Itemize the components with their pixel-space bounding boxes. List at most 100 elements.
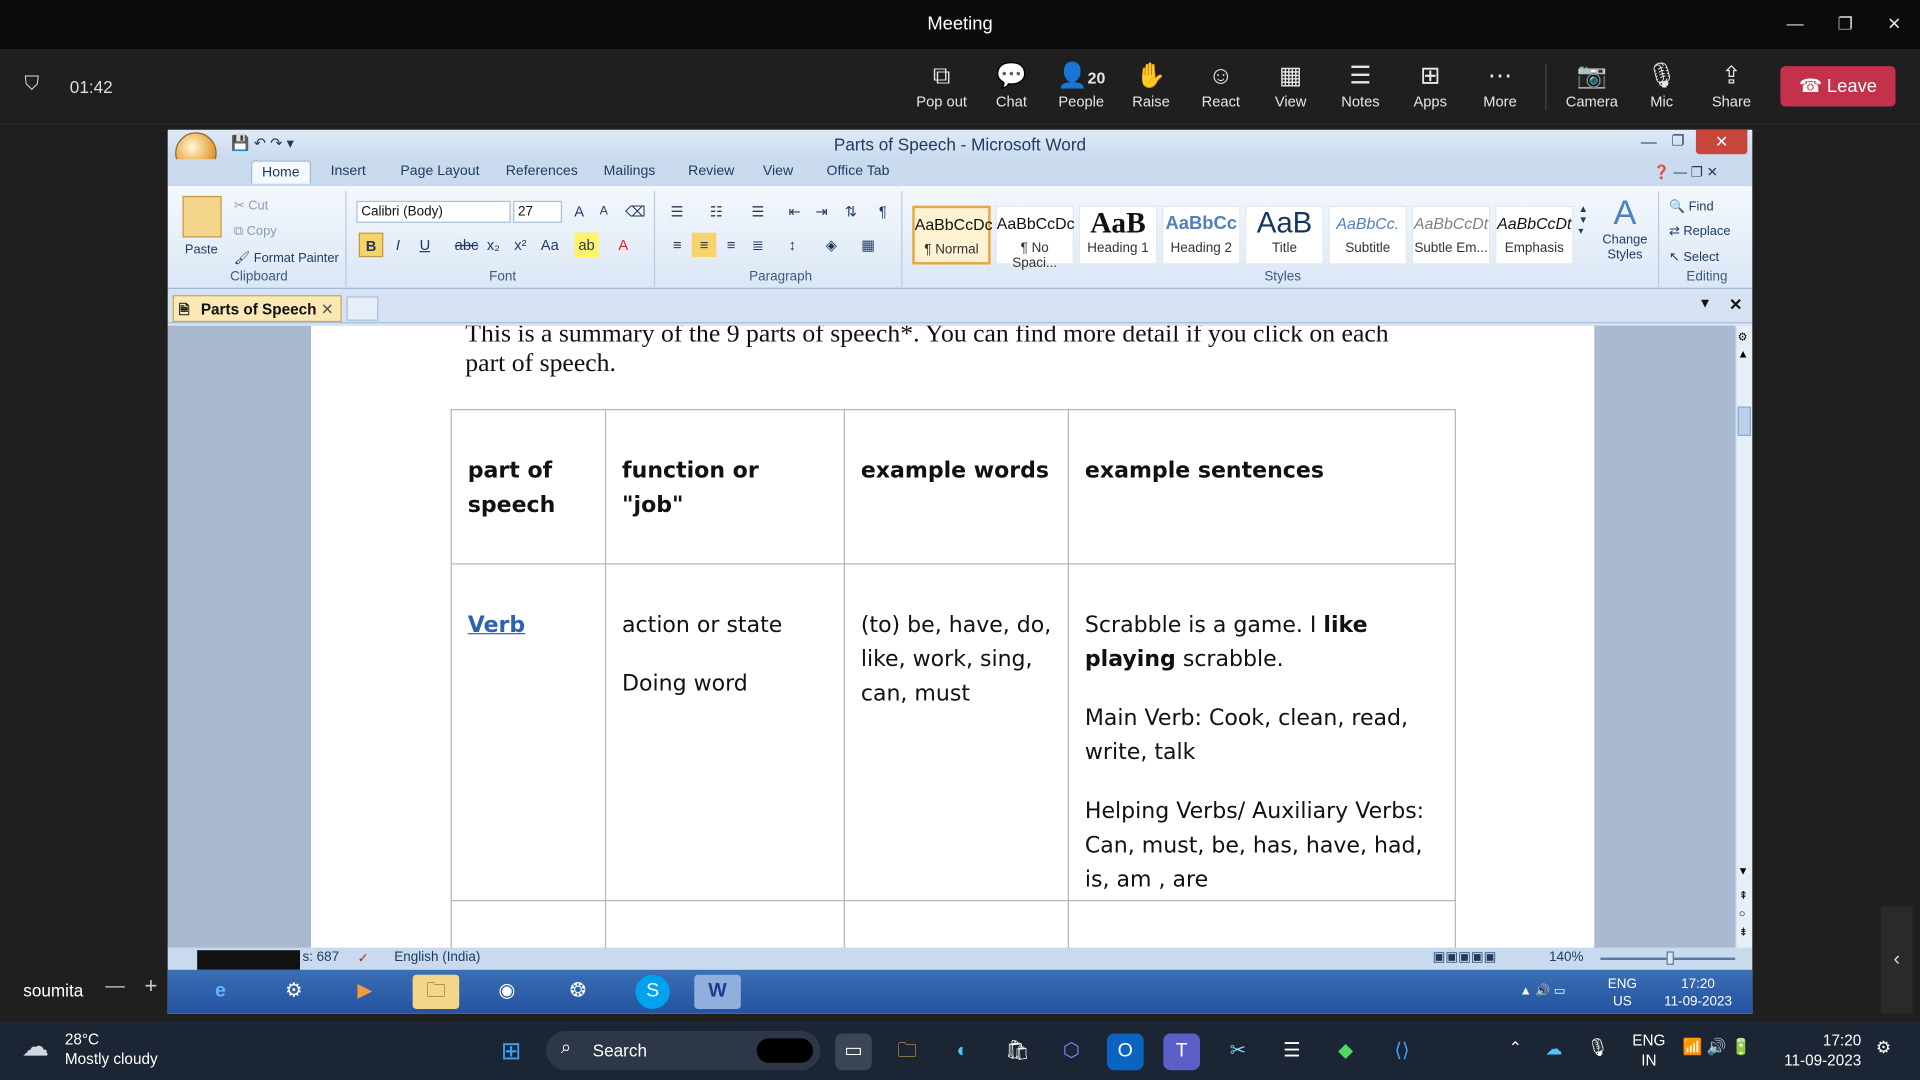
chevron-up-icon[interactable]: ⌃	[1509, 1038, 1522, 1058]
word-taskbar-icon[interactable]: W	[694, 974, 741, 1009]
zoom-out-button[interactable]: —	[105, 976, 125, 998]
change-case-icon[interactable]: Aa	[538, 233, 562, 257]
superscript-icon[interactable]: x²	[508, 233, 532, 257]
tab-references[interactable]: References	[506, 164, 578, 179]
word-minimize-icon[interactable]: —	[1641, 132, 1657, 150]
task-view-icon[interactable]: ▭	[835, 1033, 872, 1071]
minimize-icon[interactable]: —	[1782, 10, 1809, 37]
people-button[interactable]: 👤20 People	[1047, 59, 1116, 110]
style-normal[interactable]: AaBbCcDc ¶ Normal	[912, 205, 993, 265]
tab-page-layout[interactable]: Page Layout	[400, 164, 479, 179]
tab-home[interactable]: Home	[251, 160, 311, 184]
style-no-spacing[interactable]: AaBbCcDc ¶ No Spaci...	[995, 205, 1075, 271]
zoom-in-button[interactable]: +	[144, 973, 157, 999]
word-count[interactable]: s: 687	[302, 950, 339, 965]
chat-button[interactable]: 💬 Chat	[977, 59, 1046, 110]
copy-button[interactable]: ⧉ Copy	[234, 224, 277, 240]
new-tab-button[interactable]	[346, 296, 379, 321]
system-tray-icons[interactable]: 📶 🔊 🔋	[1682, 1037, 1750, 1057]
apps-button[interactable]: ⊞ Apps	[1396, 59, 1465, 110]
react-button[interactable]: ☺ React	[1187, 59, 1256, 110]
format-painter-button[interactable]: 🖌 Format Painter	[234, 250, 339, 266]
tab-close-icon[interactable]: ✕	[321, 301, 334, 318]
raise-button[interactable]: ✋ Raise	[1117, 59, 1186, 110]
select-button[interactable]: ↖ Select	[1669, 250, 1719, 265]
close-icon[interactable]: ✕	[1881, 10, 1908, 37]
align-left-icon[interactable]: ≡	[665, 233, 689, 257]
underline-icon[interactable]: U	[413, 233, 437, 257]
styles-scroll-icon[interactable]: ▲ ▼ ▾	[1578, 203, 1590, 264]
document-page[interactable]: This is a summary of the 9 parts of spee…	[311, 325, 1595, 948]
mic-off-icon[interactable]: 🎙	[1587, 1037, 1609, 1058]
decrease-indent-icon[interactable]: ⇤	[782, 200, 806, 224]
bold-icon[interactable]: B	[358, 232, 384, 258]
chrome-icon[interactable]: ◉	[484, 975, 531, 1009]
paste-label[interactable]: Paste	[185, 242, 218, 257]
help-icon[interactable]: ❓ — ❐ ✕	[1653, 164, 1718, 180]
weather-desc[interactable]: Mostly cloudy	[65, 1051, 158, 1068]
more-button[interactable]: ⋯ More	[1466, 59, 1535, 110]
style-title[interactable]: AaB Title	[1245, 205, 1324, 265]
weather-icon[interactable]: ☁	[22, 1031, 49, 1063]
teams-icon[interactable]: T	[1163, 1033, 1201, 1071]
font-name-select[interactable]: Calibri (Body)	[356, 200, 511, 223]
line-spacing-icon[interactable]: ↕	[780, 233, 804, 257]
skype-icon[interactable]: S	[635, 974, 670, 1009]
store-icon[interactable]: 🛍	[999, 1033, 1036, 1070]
notification-icon[interactable]: ⚙	[1876, 1037, 1891, 1058]
borders-icon[interactable]: ▦	[856, 233, 880, 257]
justify-icon[interactable]: ≣	[746, 233, 770, 257]
edge-icon[interactable]: ◐	[944, 1033, 981, 1070]
app-icon[interactable]: ⬡	[1053, 1033, 1090, 1070]
zoom-level[interactable]: 140%	[1549, 950, 1583, 965]
restore-icon[interactable]: ❐	[1832, 10, 1859, 37]
view-buttons-icon[interactable]: ▣▣▣▣▣	[1433, 949, 1497, 965]
find-button[interactable]: 🔍 Find	[1669, 198, 1714, 215]
app-icon[interactable]: ❂	[555, 975, 602, 1009]
zoom-thumb[interactable]	[1666, 951, 1674, 965]
increase-indent-icon[interactable]: ⇥	[809, 200, 833, 224]
pilcrow-icon[interactable]: ¶	[871, 200, 895, 224]
folder-icon[interactable]: 🗀	[412, 974, 460, 1009]
vscode-icon[interactable]: ⟨⟩	[1384, 1033, 1421, 1070]
shading-icon[interactable]: ◈	[819, 233, 843, 257]
word-restore-icon[interactable]: ❐	[1671, 132, 1684, 149]
mic-button[interactable]: 🎙 Mic	[1627, 59, 1696, 110]
share-button[interactable]: ⇪ Share	[1697, 59, 1766, 110]
outlook-icon[interactable]: O	[1106, 1033, 1144, 1071]
verb-link[interactable]: Verb	[468, 612, 525, 638]
tab-insert[interactable]: Insert	[331, 164, 366, 179]
tab-review[interactable]: Review	[688, 164, 734, 179]
shrink-font-icon[interactable]: A	[591, 200, 615, 224]
app-icon[interactable]: ☰	[1273, 1033, 1310, 1070]
pop-out-button[interactable]: ⧉ Pop out	[907, 59, 976, 110]
clear-format-icon[interactable]: ⌫	[623, 200, 647, 224]
snipping-icon[interactable]: ✂	[1220, 1033, 1257, 1070]
change-styles-button[interactable]: A Change Styles	[1596, 193, 1655, 262]
tab-office-tab[interactable]: Office Tab	[827, 164, 890, 179]
clock[interactable]: 17:20 11-09-2023	[1783, 1031, 1861, 1070]
style-heading-1[interactable]: AaB Heading 1	[1078, 205, 1158, 265]
input-language[interactable]: ENG IN	[1632, 1031, 1665, 1070]
font-color-icon[interactable]: A	[611, 233, 635, 257]
align-center-icon[interactable]: ≡	[691, 232, 717, 258]
camera-button[interactable]: 📷 Camera	[1558, 59, 1627, 110]
bullets-icon[interactable]: ☰	[665, 200, 689, 224]
view-button[interactable]: ▦ View	[1256, 59, 1325, 110]
search-box[interactable]: ⌕ Search	[546, 1031, 821, 1071]
grow-font-icon[interactable]: A	[567, 200, 591, 224]
browse-object-icons[interactable]: ⇞ ○ ⇟	[1739, 887, 1748, 942]
highlight-icon[interactable]: ab	[574, 232, 599, 258]
font-size-select[interactable]: 27	[513, 200, 563, 223]
italic-icon[interactable]: I	[386, 233, 410, 257]
expand-panel-button[interactable]: ‹	[1880, 906, 1913, 1014]
vertical-scrollbar[interactable]: ⚙ ▲ ▼ ⇞ ○ ⇟	[1735, 325, 1753, 948]
tab-bar-close-icon[interactable]: ✕	[1729, 295, 1742, 315]
shared-lang[interactable]: ENG US	[1608, 976, 1637, 1010]
document-tab[interactable]: 🗎 Parts of Speech ✕	[172, 295, 343, 323]
shared-clock[interactable]: 17:20 11-09-2023	[1664, 976, 1732, 1010]
sort-icon[interactable]: ⇅	[839, 200, 863, 224]
tab-view[interactable]: View	[763, 164, 793, 179]
media-icon[interactable]: ▶	[342, 975, 389, 1009]
proofing-icon[interactable]: ✓	[358, 950, 369, 966]
